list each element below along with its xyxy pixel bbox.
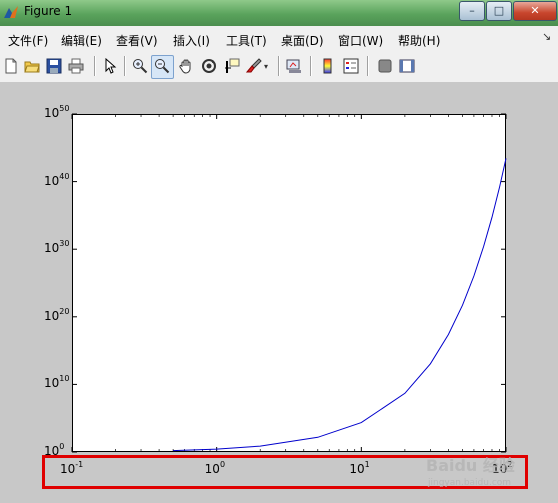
y-tick-label: 1020 bbox=[44, 306, 70, 323]
y-tick-label: 1040 bbox=[44, 171, 70, 188]
plot-layer bbox=[71, 113, 507, 453]
series-line bbox=[173, 158, 507, 452]
watermark-url: jingyan.baidu.com bbox=[428, 478, 512, 488]
watermark-logo: Baidu 经验 bbox=[426, 456, 515, 475]
y-tick-label: 1050 bbox=[44, 104, 70, 120]
y-tick-label: 1010 bbox=[44, 374, 70, 391]
y-tick-label: 1030 bbox=[44, 239, 70, 256]
